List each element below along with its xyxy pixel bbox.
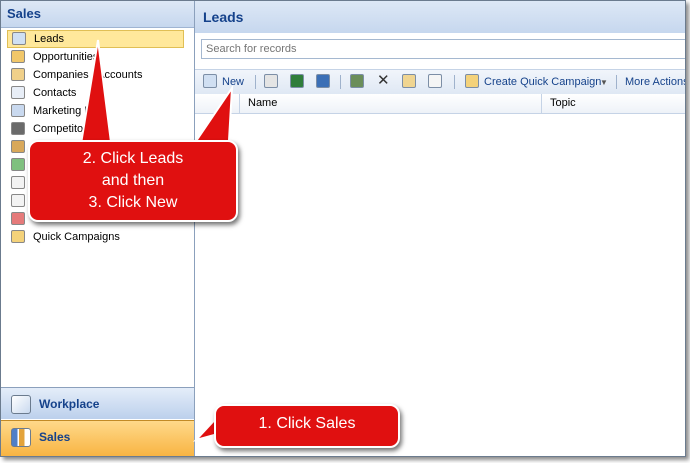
callout-line: 3. Click New bbox=[88, 194, 178, 211]
arrow-to-leads bbox=[78, 39, 114, 151]
callout-click-leads-new: 2. Click Leads and then 3. Click New bbox=[28, 140, 238, 222]
callout-arrows bbox=[78, 39, 243, 442]
callout-line: and then bbox=[101, 172, 165, 189]
callout-line: 2. Click Leads bbox=[82, 150, 184, 167]
callout-click-sales: 1. Click Sales bbox=[214, 404, 400, 448]
